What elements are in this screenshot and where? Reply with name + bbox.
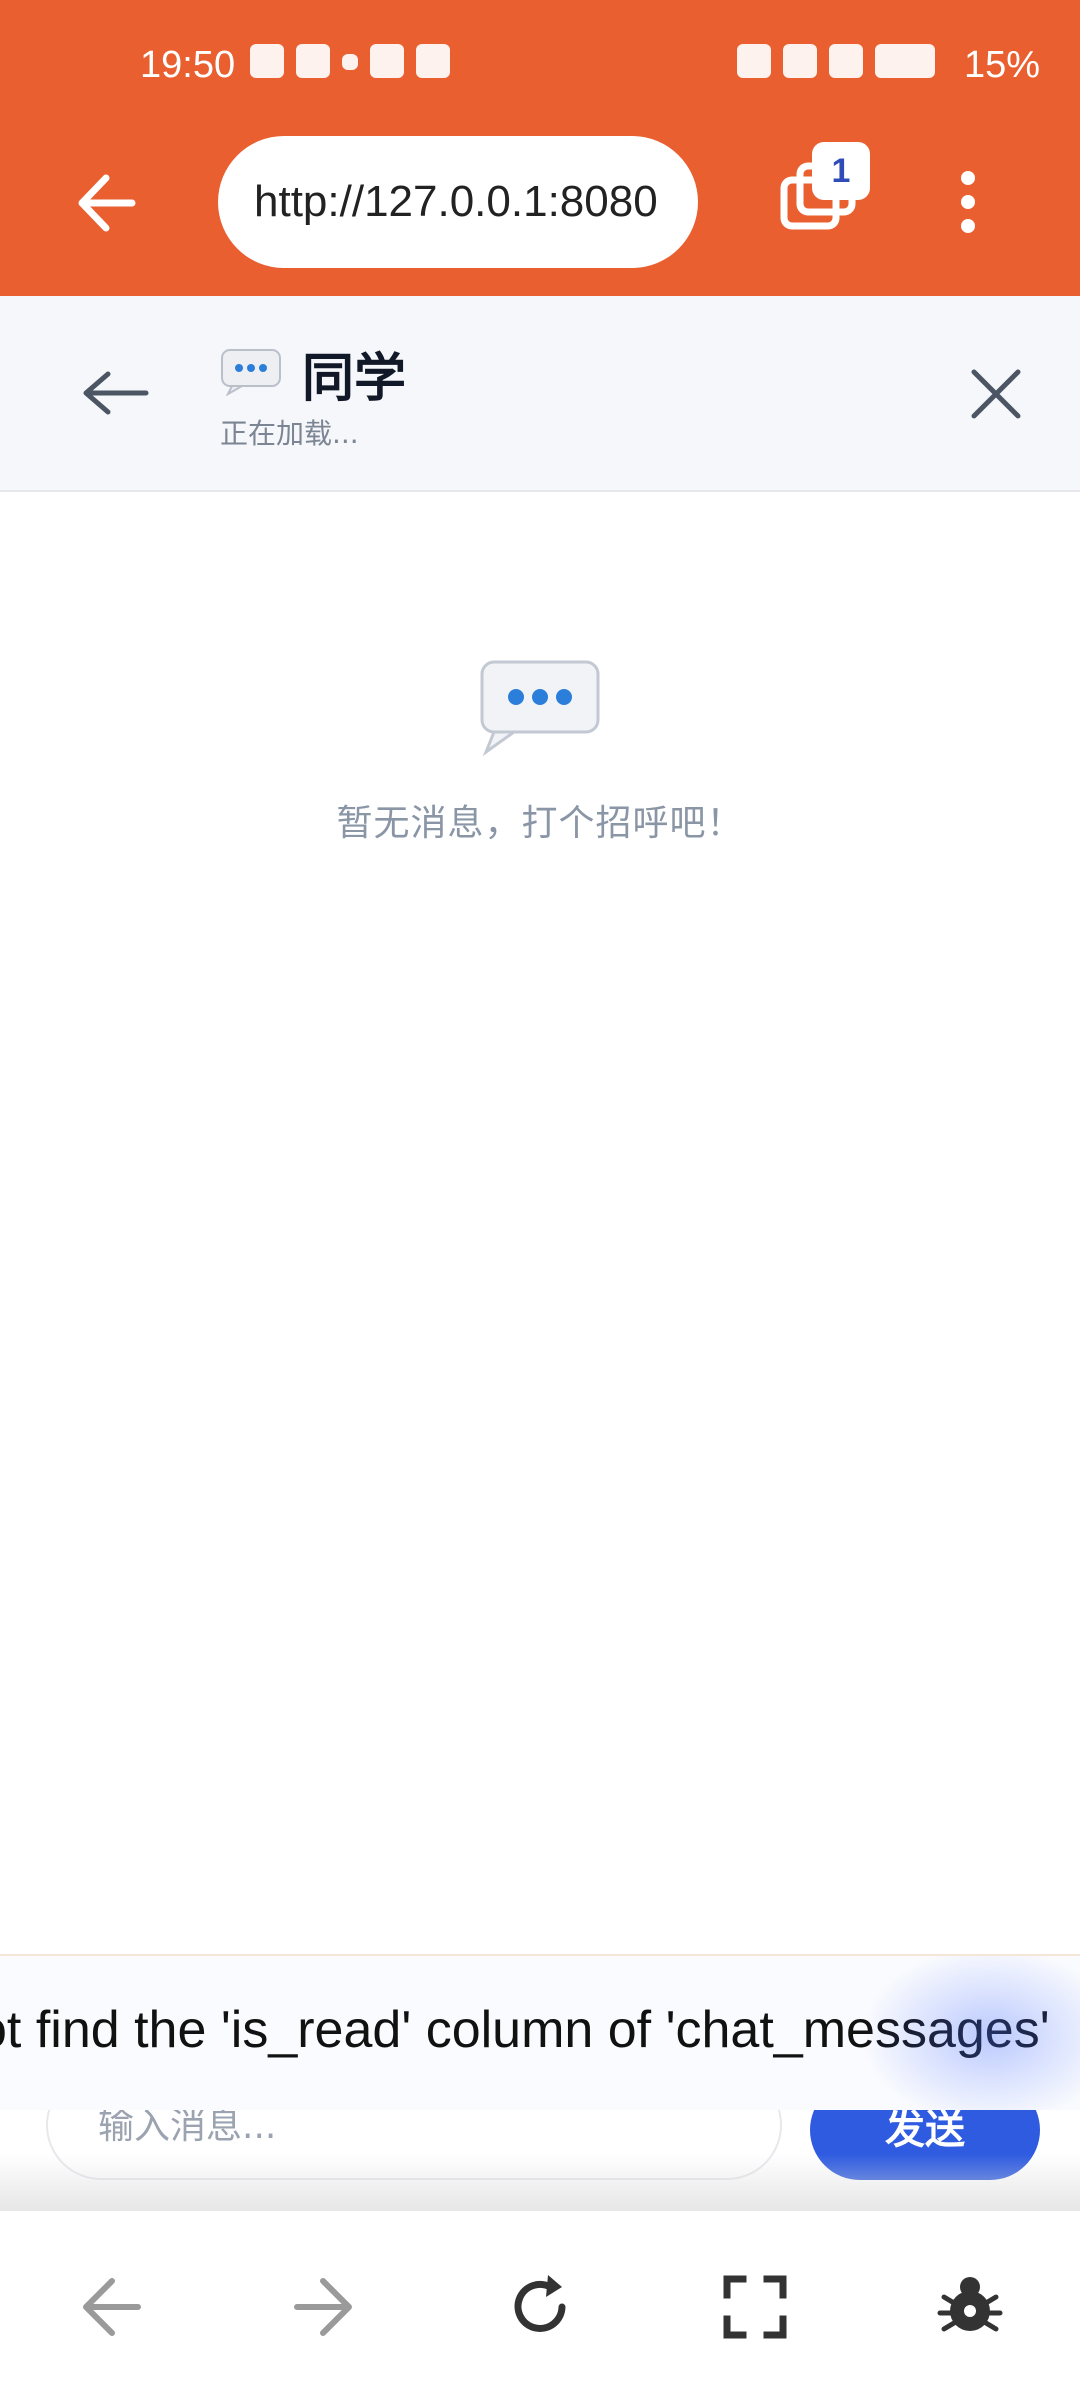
wifi-icon	[783, 44, 817, 78]
status-system-icons	[737, 44, 935, 78]
browser-bottom-toolbar	[0, 2210, 1080, 2401]
error-toast: ot find the 'is_read' column of 'chat_me…	[0, 1954, 1080, 2116]
chat-title: 同学	[302, 349, 407, 409]
app-notification-icon	[296, 44, 330, 78]
battery-icon	[875, 44, 935, 78]
status-time: 19:50	[140, 44, 236, 86]
close-icon[interactable]	[966, 364, 1026, 424]
app-round-icon	[416, 44, 450, 78]
url-text: http://127.0.0.1:8080	[254, 177, 658, 226]
browser-top-bar: 19:50 15% http://127.0.0.1:8080 1	[0, 0, 1080, 296]
dot-icon	[342, 54, 358, 70]
toast-highlight	[860, 1956, 1080, 2114]
reload-icon[interactable]	[500, 2267, 580, 2347]
message-list: 暂无消息，打个招呼吧！	[0, 490, 1080, 1950]
chat-bubble-icon	[221, 349, 281, 396]
debug-bug-icon[interactable]	[930, 2267, 1010, 2347]
nav-back-icon[interactable]	[70, 2267, 150, 2347]
nav-forward-icon[interactable]	[285, 2267, 365, 2347]
battery-percentage: 15%	[963, 44, 1040, 86]
alert-icon	[370, 44, 404, 78]
tab-count-badge: 1	[812, 142, 870, 200]
empty-state-text: 暂无消息，打个招呼吧！	[336, 803, 744, 844]
warning-icon	[829, 44, 863, 78]
browser-back-icon[interactable]	[70, 168, 140, 238]
fullscreen-icon[interactable]	[715, 2267, 795, 2347]
empty-chat-icon	[480, 660, 600, 757]
chat-header: 同学 正在加载...	[0, 296, 1080, 492]
wechat-icon	[250, 44, 284, 78]
url-bar[interactable]: http://127.0.0.1:8080	[218, 136, 698, 268]
chat-back-icon[interactable]	[80, 368, 150, 418]
chat-status-text: 正在加载...	[220, 417, 359, 450]
vibrate-icon	[737, 44, 771, 78]
composer-shadow	[0, 2154, 1080, 2210]
status-notification-icons	[250, 44, 450, 78]
message-composer: 输入消息... 发送	[0, 2110, 1080, 2210]
more-menu-icon[interactable]	[960, 170, 976, 234]
